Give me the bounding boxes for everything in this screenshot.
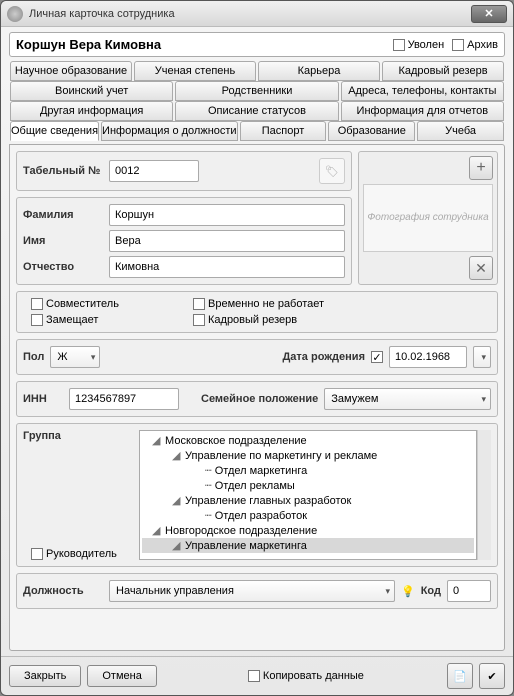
temporarily-checkbox[interactable]: Временно не работает	[193, 298, 324, 310]
document-icon-button[interactable]: 📄	[447, 663, 473, 689]
tree-item[interactable]: ┈ Отдел маркетинга	[142, 463, 474, 478]
tree-item[interactable]: ┈ Отдел разработок	[142, 508, 474, 523]
sex-birth-group: Пол Ж Дата рождения ✓	[16, 339, 498, 375]
tree-item[interactable]: ◢ Управление главных разработок	[142, 493, 474, 508]
tab[interactable]: Информация о должности	[101, 121, 238, 141]
copy-data-checkbox[interactable]: Копировать данные	[248, 670, 364, 682]
birth-date-label: Дата рождения	[282, 351, 365, 363]
photo-placeholder: Фотография сотрудника	[363, 184, 493, 252]
content: Коршун Вера Кимовна Уволен Архив Научное…	[1, 27, 513, 656]
name-label: Имя	[23, 235, 103, 247]
inn-family-group: ИНН Семейное положение Замужем	[16, 381, 498, 417]
tab-number-group: Табельный № 🏷	[16, 151, 352, 191]
department-tree[interactable]: ◢ Московское подразделение◢ Управление п…	[139, 430, 477, 560]
inn-label: ИНН	[23, 393, 63, 405]
tab[interactable]: Адреса, телефоны, контакты	[341, 81, 504, 101]
birth-date-input[interactable]	[389, 346, 467, 368]
tab[interactable]: Образование	[328, 121, 415, 141]
family-label: Семейное положение	[201, 393, 318, 405]
tab[interactable]: Воинский учет	[10, 81, 173, 101]
add-photo-button[interactable]: +	[469, 156, 493, 180]
app-icon	[7, 6, 23, 22]
archive-checkbox[interactable]: Архив	[452, 39, 498, 51]
tag-icon[interactable]: 🏷	[319, 158, 345, 184]
photo-panel: + Фотография сотрудника ✕	[358, 151, 498, 285]
code-input[interactable]	[447, 580, 491, 602]
tab[interactable]: Карьера	[258, 61, 380, 81]
bulb-icon[interactable]: 💡	[401, 585, 415, 598]
tree-scrollbar[interactable]	[477, 430, 491, 560]
remove-photo-button[interactable]: ✕	[469, 256, 493, 280]
patronymic-input[interactable]	[109, 256, 345, 278]
manager-checkbox[interactable]: Руководитель	[31, 548, 133, 560]
sex-label: Пол	[23, 351, 44, 363]
group-label: Группа	[23, 430, 133, 442]
tree-item[interactable]: ◢ Московское подразделение	[142, 433, 474, 448]
tab[interactable]: Родственники	[175, 81, 338, 101]
birth-date-picker-button[interactable]	[473, 346, 491, 368]
confirm-icon-button[interactable]: ✔	[479, 663, 505, 689]
substitute-checkbox[interactable]: Замещает	[31, 314, 161, 326]
cancel-button[interactable]: Отмена	[87, 665, 156, 687]
tree-item[interactable]: ┈ Отдел рекламы	[142, 478, 474, 493]
tab[interactable]: Информация для отчетов	[341, 101, 504, 121]
flags-group: Совместитель Временно не работает Замеща…	[16, 291, 498, 333]
birth-date-checkbox[interactable]: ✓	[371, 351, 383, 363]
part-time-checkbox[interactable]: Совместитель	[31, 298, 161, 310]
name-input[interactable]	[109, 230, 345, 252]
close-button[interactable]: Закрыть	[9, 665, 81, 687]
tab[interactable]: Описание статусов	[175, 101, 338, 121]
footer: Закрыть Отмена Копировать данные 📄 ✔	[1, 656, 513, 695]
patronymic-label: Отчество	[23, 261, 103, 273]
tab[interactable]: Ученая степень	[134, 61, 256, 81]
position-select[interactable]: Начальник управления	[109, 580, 395, 602]
employee-full-name: Коршун Вера Кимовна	[16, 37, 385, 52]
tree-item[interactable]: ◢ Управление маркетинга	[142, 538, 474, 553]
code-label: Код	[421, 585, 441, 597]
tab[interactable]: Научное образование	[10, 61, 132, 81]
tab[interactable]: Общие сведения	[10, 121, 99, 141]
family-select[interactable]: Замужем	[324, 388, 491, 410]
tab[interactable]: Паспорт	[240, 121, 327, 141]
tab[interactable]: Учеба	[417, 121, 504, 141]
tree-item[interactable]: ◢ Новгородское подразделение	[142, 523, 474, 538]
window-close-button[interactable]: ✕	[471, 5, 507, 23]
window-title: Личная карточка сотрудника	[29, 8, 471, 20]
sex-select[interactable]: Ж	[50, 346, 100, 368]
surname-input[interactable]	[109, 204, 345, 226]
reserve-checkbox[interactable]: Кадровый резерв	[193, 314, 297, 326]
titlebar[interactable]: Личная карточка сотрудника ✕	[1, 1, 513, 27]
position-label: Должность	[23, 585, 103, 597]
tab-number-input[interactable]	[109, 160, 199, 182]
tab-body: Табельный № 🏷 Фамилия Имя Отчество +	[9, 144, 505, 651]
surname-label: Фамилия	[23, 209, 103, 221]
group-tree-group: Группа Руководитель ◢ Московское подразд…	[16, 423, 498, 567]
employee-card-window: Личная карточка сотрудника ✕ Коршун Вера…	[0, 0, 514, 696]
position-group: Должность Начальник управления 💡 Код	[16, 573, 498, 609]
inn-input[interactable]	[69, 388, 179, 410]
tab[interactable]: Другая информация	[10, 101, 173, 121]
tab-strip: Научное образованиеУченая степеньКарьера…	[9, 61, 505, 141]
tree-item[interactable]: ◢ Управление по маркетингу и рекламе	[142, 448, 474, 463]
tab[interactable]: Кадровый резерв	[382, 61, 504, 81]
name-group: Фамилия Имя Отчество	[16, 197, 352, 285]
tab-number-label: Табельный №	[23, 165, 103, 177]
fired-checkbox[interactable]: Уволен	[393, 39, 445, 51]
name-bar: Коршун Вера Кимовна Уволен Архив	[9, 32, 505, 57]
